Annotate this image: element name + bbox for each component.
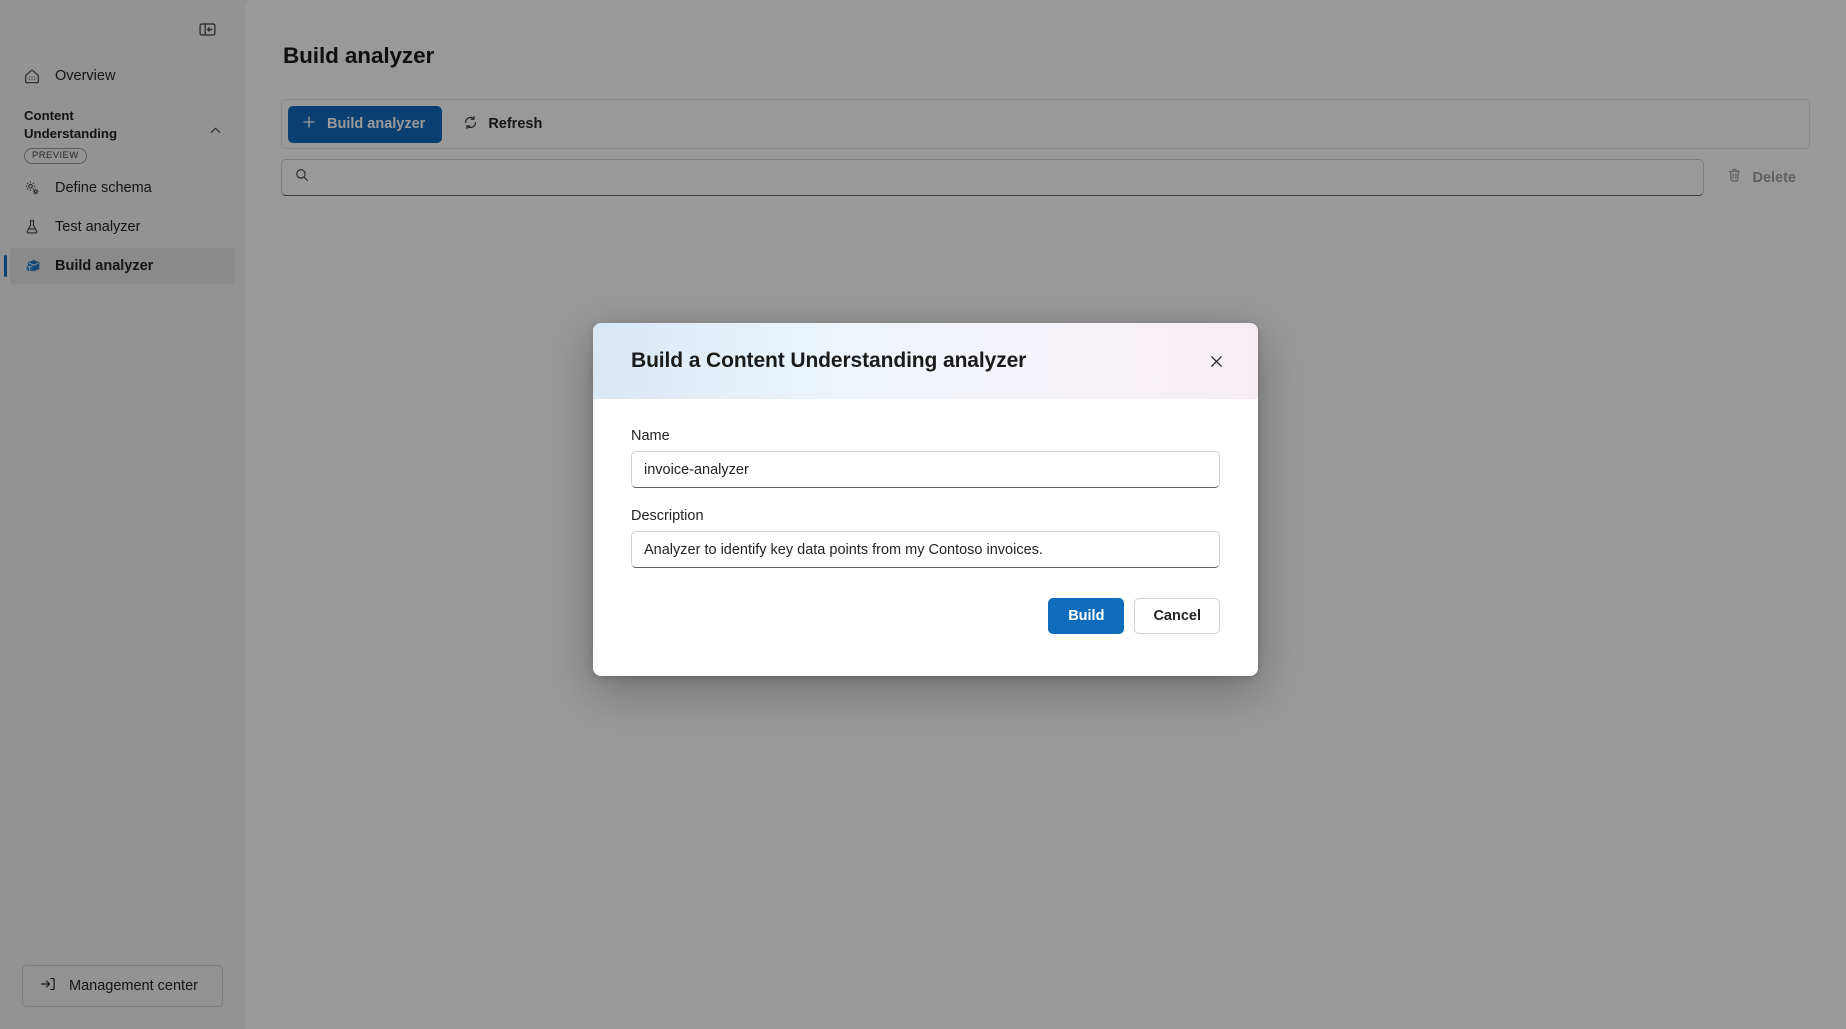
dialog-cancel-button[interactable]: Cancel — [1134, 598, 1220, 634]
dialog-title: Build a Content Understanding analyzer — [631, 349, 1027, 372]
name-label: Name — [631, 428, 670, 444]
dialog-body: Name Description — [593, 399, 1258, 568]
build-analyzer-dialog: Build a Content Understanding analyzer N… — [593, 323, 1258, 676]
description-input[interactable] — [631, 531, 1220, 568]
description-label: Description — [631, 508, 704, 524]
dialog-actions: Build Cancel — [593, 588, 1258, 676]
name-input[interactable] — [631, 451, 1220, 488]
close-icon[interactable] — [1200, 345, 1232, 377]
description-field-group: Description — [631, 508, 1220, 568]
dialog-header: Build a Content Understanding analyzer — [593, 323, 1258, 399]
dialog-build-button[interactable]: Build — [1048, 598, 1125, 634]
app-root: Overview Content Understanding PREVIEW D… — [0, 0, 1846, 1029]
name-field-group: Name — [631, 428, 1220, 488]
